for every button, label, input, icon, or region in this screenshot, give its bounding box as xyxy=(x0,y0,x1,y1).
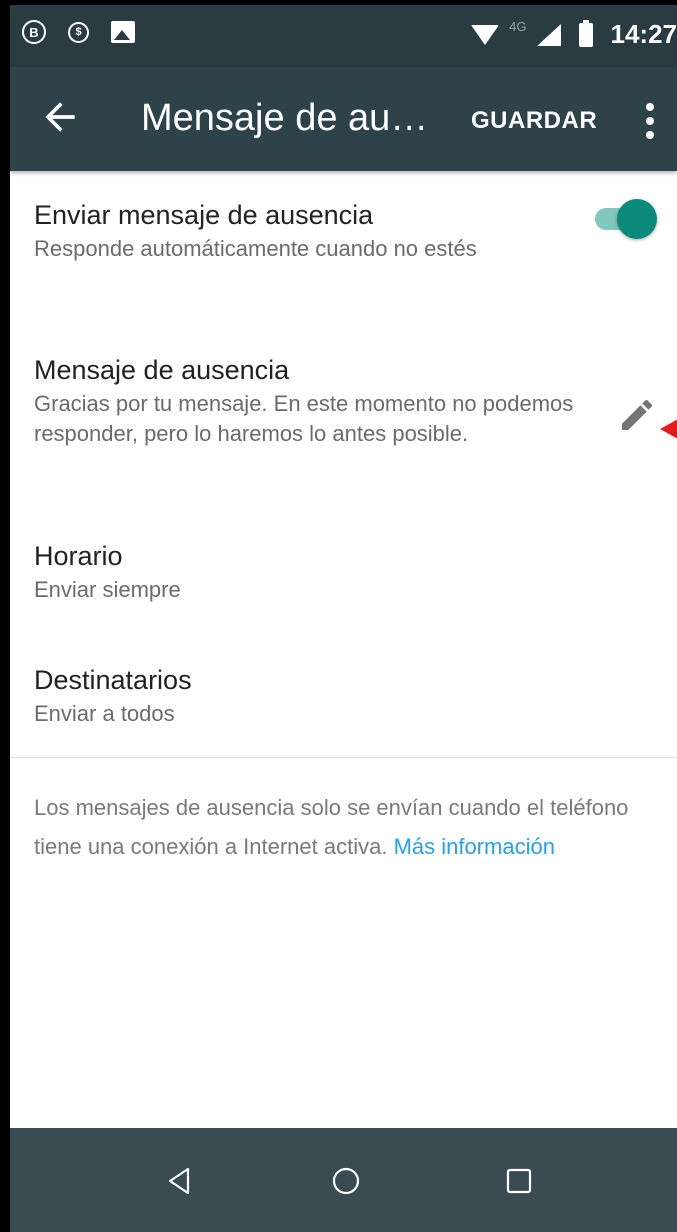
image-icon xyxy=(111,21,135,43)
money-icon: $ xyxy=(68,21,89,43)
app-bar: Mensaje de au… GUARDAR xyxy=(10,67,677,171)
more-dot xyxy=(646,117,654,125)
send-away-subtitle: Responde automáticamente cuando no estés xyxy=(34,236,477,261)
page-title: Mensaje de au… xyxy=(141,97,429,139)
schedule-title: Horario xyxy=(34,541,123,571)
home-circle-icon xyxy=(332,1167,360,1195)
pencil-icon xyxy=(622,399,653,430)
more-dot xyxy=(646,103,654,111)
whatsapp-business-icon: B xyxy=(22,20,46,44)
send-away-setting[interactable]: Enviar mensaje de ausencia Responde auto… xyxy=(34,198,634,264)
away-message-title: Mensaje de ausencia xyxy=(34,355,290,385)
network-type-label: 4G xyxy=(509,19,527,34)
save-button[interactable]: GUARDAR xyxy=(471,107,597,135)
signal-icon xyxy=(536,23,561,46)
home-circle-icon[interactable] xyxy=(326,1161,366,1201)
arrow-left-icon xyxy=(45,102,75,132)
divider xyxy=(10,757,677,758)
status-time: 14:27 xyxy=(610,19,677,49)
phone-screen: B $ 4G 14:27 Mensaje de au… GUARDAR Envi… xyxy=(10,5,677,1232)
send-away-title: Enviar mensaje de ausencia xyxy=(34,200,374,230)
navigation-bar xyxy=(10,1128,677,1232)
recipients-value: Enviar a todos xyxy=(34,701,175,726)
more-info-link[interactable]: Más información xyxy=(394,834,555,859)
wifi-icon xyxy=(471,24,500,45)
recents-square-icon[interactable] xyxy=(499,1161,539,1201)
more-dot xyxy=(646,131,654,139)
arrow-left-icon[interactable] xyxy=(38,95,82,139)
recents-square-icon xyxy=(506,1168,532,1194)
info-text: Los mensajes de ausencia solo se envían … xyxy=(34,788,659,866)
back-triangle-icon xyxy=(168,1167,190,1195)
recipients-title: Destinatarios xyxy=(34,665,192,695)
recipients-setting[interactable]: Destinatarios Enviar a todos xyxy=(34,663,634,729)
battery-icon xyxy=(578,19,593,47)
schedule-setting[interactable]: Horario Enviar siempre xyxy=(34,539,634,605)
annotation-arrow-icon xyxy=(660,418,677,440)
more-vert-icon[interactable] xyxy=(640,99,660,143)
send-away-toggle[interactable] xyxy=(595,195,661,241)
pencil-icon[interactable] xyxy=(617,395,657,435)
toggle-knob xyxy=(617,199,657,239)
schedule-value: Enviar siempre xyxy=(34,577,181,602)
away-message-setting[interactable]: Mensaje de ausencia Gracias por tu mensa… xyxy=(34,353,594,449)
away-message-text: Gracias por tu mensaje. En este momento … xyxy=(34,391,574,446)
status-bar: B $ 4G 14:27 xyxy=(10,5,677,67)
back-triangle-icon[interactable] xyxy=(160,1161,200,1201)
